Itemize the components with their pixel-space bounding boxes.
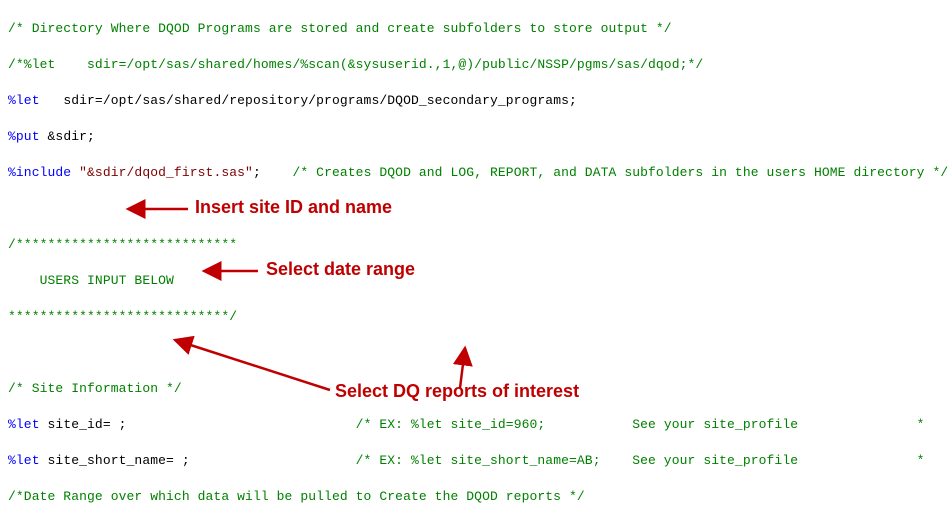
annotation-label-reports: Select DQ reports of interest xyxy=(335,382,579,400)
annotation-label-date: Select date range xyxy=(266,260,415,278)
annotation-arrows xyxy=(0,0,950,519)
annotation-label-site: Insert site ID and name xyxy=(195,198,392,216)
code-editor[interactable]: /* Directory Where DQOD Programs are sto… xyxy=(0,0,950,519)
arrow-icon xyxy=(175,340,330,390)
